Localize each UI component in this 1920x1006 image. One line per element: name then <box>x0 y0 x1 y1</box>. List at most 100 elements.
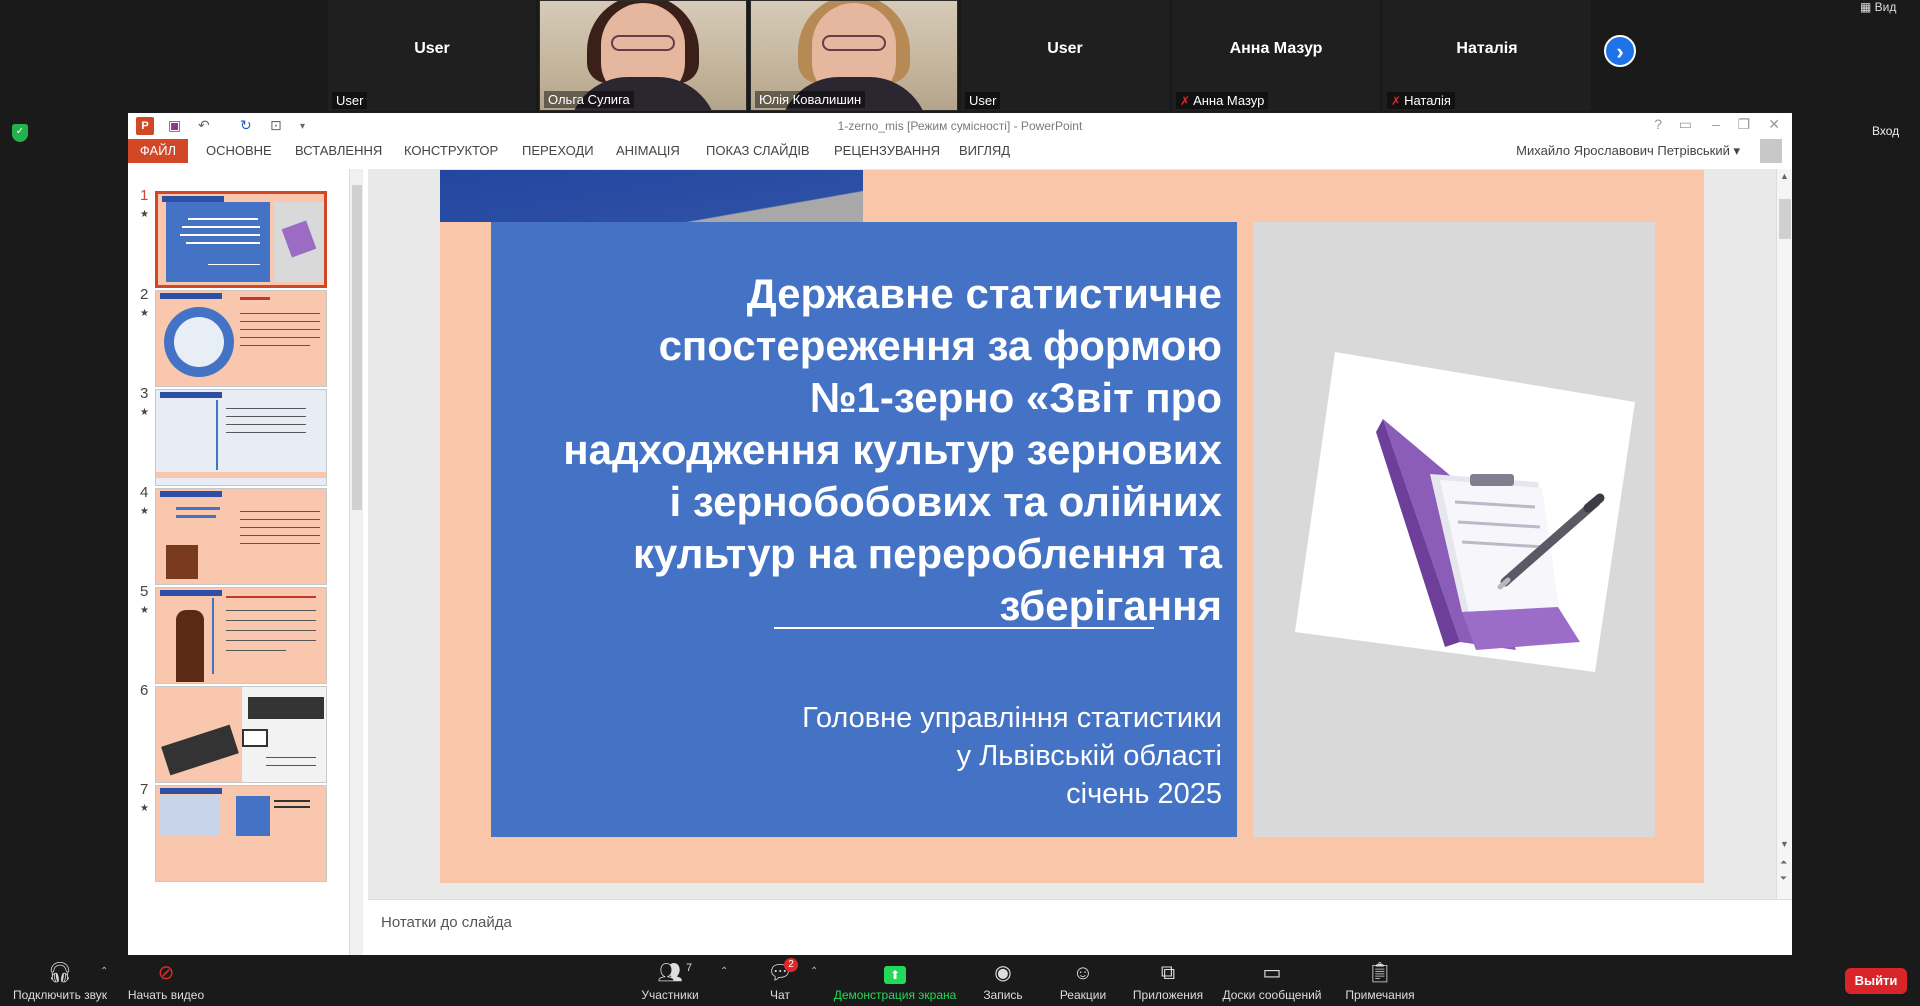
thumb-text-line <box>240 511 320 512</box>
thumb-footer-bar <box>156 472 326 478</box>
slide-thumbnail-1[interactable] <box>155 191 327 288</box>
tab-file[interactable]: ФАЙЛ <box>128 139 188 163</box>
account-name[interactable]: Михайло Ярославович Петрівський ▾ <box>1516 143 1740 159</box>
participant-strip: User User Ольга Сулига Юлія Ковалишин Us… <box>0 0 1920 112</box>
animation-star-icon: ★ <box>140 506 149 517</box>
participant-label-text: Ольга Сулига <box>548 92 630 107</box>
tab-review[interactable]: РЕЦЕНЗУВАННЯ <box>834 143 940 158</box>
participants-button[interactable]: 👥︎ Участники <box>632 960 708 1002</box>
participant-tile[interactable]: Наталія ✗ Наталія <box>1383 0 1591 111</box>
ribbon-display-icon[interactable]: ▭ <box>1679 116 1692 133</box>
enter-button[interactable]: Вход <box>1872 124 1899 138</box>
apps-icon: ⧉ <box>1160 962 1176 984</box>
thumb-text-line <box>274 800 310 802</box>
slide-thumbnail-2[interactable] <box>155 290 327 387</box>
chat-caret-icon[interactable]: ⌃ <box>810 966 818 977</box>
view-button[interactable]: ▦ Вид <box>1860 0 1896 14</box>
join-audio-button[interactable]: 🎧︎ Подключить звук <box>10 960 110 1002</box>
share-screen-button[interactable]: ⬆ Демонстрация экрана <box>830 960 960 1002</box>
next-slide-icon[interactable]: ⏷ <box>1780 873 1787 884</box>
minimize-icon[interactable]: – <box>1712 116 1720 132</box>
thumb-text-line <box>186 242 260 244</box>
participant-video-tile[interactable]: Юлія Ковалишин <box>750 0 958 111</box>
tab-design[interactable]: КОНСТРУКТОР <box>404 143 498 158</box>
thumb-text-line <box>240 535 320 536</box>
start-video-button[interactable]: ⊘ Начать видео <box>122 960 210 1002</box>
join-audio-label: Подключить звук <box>12 988 108 1002</box>
folder-document-pen-icon[interactable] <box>1290 342 1640 712</box>
thumb-text-line <box>266 757 316 758</box>
scroll-down-icon[interactable]: ▼ <box>1780 839 1789 849</box>
close-icon[interactable]: ✕ <box>1768 116 1780 133</box>
participant-tile[interactable]: User User <box>328 0 536 111</box>
restore-icon[interactable]: ❐ <box>1737 116 1750 133</box>
thumb-text-line <box>226 630 316 631</box>
tab-insert[interactable]: ВСТАВЛЕННЯ <box>295 143 382 158</box>
leave-meeting-button[interactable]: Выйти <box>1845 968 1907 994</box>
thumbnail-number: 7 <box>140 781 149 798</box>
thumbnail-number: 1 <box>140 187 149 204</box>
participant-label-text: Наталія <box>1404 93 1451 108</box>
participant-tile[interactable]: Анна Мазур ✗ Анна Мазур <box>1172 0 1380 111</box>
avatar[interactable] <box>1760 139 1782 163</box>
clip <box>1470 474 1514 486</box>
tab-home[interactable]: ОСНОВНЕ <box>206 143 272 158</box>
muted-mic-icon: ✗ <box>1391 94 1402 108</box>
share-screen-icon: ⬆ <box>884 966 906 984</box>
slide-scrollbar[interactable]: ▲ ▼ ⏶ ⏷ <box>1776 169 1792 899</box>
powerpoint-window: P ▣ ↶ ↻ ⊡ ▾ 1-zerno_mis [Режим сумісност… <box>128 113 1792 955</box>
record-button[interactable]: ◉ Запись <box>970 960 1036 1002</box>
slide-subtitle[interactable]: Головне управління статистики у Львівськ… <box>500 699 1222 813</box>
scroll-up-icon[interactable]: ▲ <box>1780 171 1789 181</box>
thumb-decor-bar <box>160 293 222 299</box>
tab-view[interactable]: ВИГЛЯД <box>959 143 1010 158</box>
thumb-text-line <box>240 527 320 528</box>
notes-button[interactable]: 📋︎ Примечания <box>1340 960 1420 1002</box>
thumb-text-line <box>180 234 260 236</box>
participant-video-tile[interactable]: Ольга Сулига <box>539 0 747 111</box>
thumbnail-scrollbar[interactable] <box>349 169 363 955</box>
view-label: Вид <box>1874 0 1897 14</box>
thumb-text-line <box>226 640 316 641</box>
slide-thumbnail-4[interactable] <box>155 488 327 585</box>
slide-thumbnail-7[interactable] <box>155 785 327 882</box>
participant-name: Наталія <box>1456 40 1518 57</box>
previous-slide-icon[interactable]: ⏶ <box>1780 857 1787 868</box>
apps-button[interactable]: ⧉ Приложения <box>1128 960 1208 1002</box>
record-icon: ◉ <box>994 962 1012 984</box>
reaction-smile-icon: ☺ <box>1072 962 1094 984</box>
audio-options-caret-icon[interactable]: ⌃ <box>100 966 108 977</box>
scrollbar-thumb[interactable] <box>1779 199 1791 239</box>
current-slide[interactable]: Державне статистичне спостереження за фо… <box>440 170 1704 883</box>
title-bar: P ▣ ↶ ↻ ⊡ ▾ 1-zerno_mis [Режим сумісност… <box>128 113 1792 139</box>
tab-animations[interactable]: АНІМАЦІЯ <box>616 143 680 158</box>
start-video-label: Начать видео <box>127 988 205 1002</box>
thumb-text-line <box>240 345 310 346</box>
chat-button[interactable]: 💬︎ Чат <box>750 960 810 1002</box>
thumb-text-line <box>226 432 306 433</box>
animation-star-icon: ★ <box>140 407 149 418</box>
thumb-text-line <box>176 507 220 510</box>
participant-name: User <box>1047 40 1083 57</box>
next-page-button[interactable]: › <box>1604 35 1636 67</box>
slide-thumbnail-5[interactable] <box>155 587 327 684</box>
slide-subtitle-line: Головне управління статистики <box>802 702 1222 734</box>
tab-slideshow[interactable]: ПОКАЗ СЛАЙДІВ <box>706 143 810 158</box>
thumbnail-number: 6 <box>140 682 149 699</box>
slide-title[interactable]: Державне статистичне спостереження за фо… <box>500 268 1222 632</box>
thumb-clipboard-icon <box>166 545 198 579</box>
notes-pane[interactable]: Нотатки до слайда <box>368 899 1792 955</box>
slide-thumbnail-3[interactable] <box>155 389 327 486</box>
thumb-table-block <box>236 796 270 836</box>
whiteboards-button[interactable]: ▭ Доски сообщений <box>1220 960 1324 1002</box>
thumb-text-line <box>176 515 216 518</box>
thumb-text-line <box>208 264 260 265</box>
tab-transitions[interactable]: ПЕРЕХОДИ <box>522 143 594 158</box>
slide-thumbnail-6[interactable] <box>155 686 327 783</box>
help-icon[interactable]: ? <box>1654 116 1662 132</box>
participant-tile[interactable]: User User <box>961 0 1169 111</box>
scrollbar-thumb[interactable] <box>352 185 362 510</box>
security-shield-icon[interactable]: ✓ <box>12 124 28 142</box>
reactions-button[interactable]: ☺ Реакции <box>1050 960 1116 1002</box>
participants-caret-icon[interactable]: ⌃ <box>720 966 728 977</box>
